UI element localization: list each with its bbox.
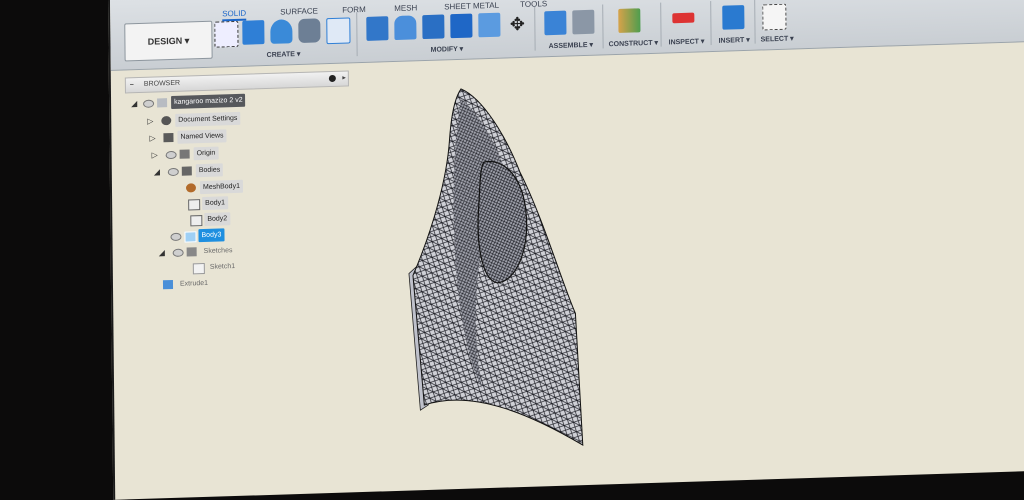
shell-icon[interactable] <box>422 14 444 39</box>
sphere-icon[interactable] <box>298 18 320 43</box>
toolbar-divider <box>710 1 711 45</box>
split-body-icon[interactable] <box>478 13 500 38</box>
group-modify[interactable]: MODIFY ▾ <box>431 45 464 54</box>
tab-solid[interactable]: SOLID <box>222 9 246 22</box>
timeline-bar[interactable] <box>575 491 715 500</box>
select-cursor-icon[interactable] <box>762 4 786 31</box>
mesh-model[interactable] <box>111 40 1024 499</box>
toolbar-divider <box>660 3 661 47</box>
offset-plane-icon[interactable] <box>618 8 640 33</box>
fillet-icon[interactable] <box>394 15 416 40</box>
group-select[interactable]: SELECT ▾ <box>761 34 794 43</box>
toolbar-divider <box>534 7 535 51</box>
new-component-icon[interactable] <box>544 11 566 36</box>
group-construct[interactable]: CONSTRUCT ▾ <box>609 39 658 49</box>
toolbar-divider <box>602 4 603 48</box>
move-icon[interactable]: ✥ <box>506 12 528 37</box>
group-insert[interactable]: INSERT ▾ <box>719 36 750 45</box>
3d-viewport[interactable] <box>111 40 1024 499</box>
fusion-window: DESIGN ▾ SOLID SURFACE FORM MESH SHEET M… <box>108 0 1024 500</box>
group-assemble[interactable]: ASSEMBLE ▾ <box>549 41 593 50</box>
create-sketch-icon[interactable] <box>214 21 238 48</box>
press-pull-icon[interactable] <box>366 16 388 41</box>
extrude-icon[interactable] <box>242 20 264 45</box>
tab-sheet-metal[interactable]: SHEET METAL <box>444 1 499 12</box>
toolbar-divider <box>754 0 755 44</box>
measure-icon[interactable] <box>672 13 694 24</box>
pattern-icon[interactable] <box>326 17 350 44</box>
group-inspect[interactable]: INSPECT ▾ <box>669 37 705 46</box>
revolve-icon[interactable] <box>270 19 292 44</box>
insert-image-icon[interactable] <box>722 5 744 30</box>
group-create[interactable]: CREATE ▾ <box>267 50 301 59</box>
tab-mesh[interactable]: MESH <box>394 3 417 13</box>
timeline-feature-chip[interactable] <box>577 496 595 500</box>
tab-surface[interactable]: SURFACE <box>280 6 318 16</box>
combine-icon[interactable] <box>450 14 472 39</box>
workspace-design-button[interactable]: DESIGN ▾ <box>124 21 212 62</box>
joint-icon[interactable] <box>572 10 594 35</box>
toolbar-divider <box>356 12 357 56</box>
tab-form[interactable]: FORM <box>342 5 366 15</box>
